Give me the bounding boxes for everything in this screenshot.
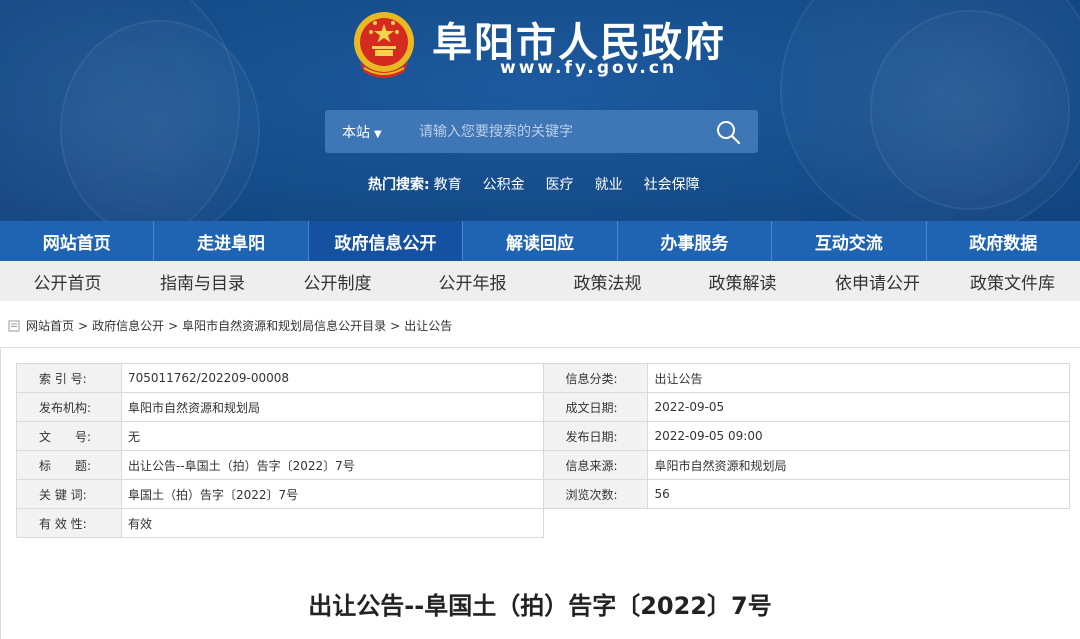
sub-nav-item[interactable]: 政策解读 bbox=[675, 261, 810, 301]
sub-nav: 公开首页 指南与目录 公开制度 公开年报 政策法规 政策解读 依申请公开 政策文… bbox=[0, 261, 1080, 301]
publisher-label: 发布机构: bbox=[16, 392, 122, 422]
hot-search-label: 热门搜索: bbox=[368, 177, 430, 193]
search-scope-label: 本站 bbox=[342, 125, 370, 141]
nav-item-interpretation[interactable]: 解读回应 bbox=[463, 221, 618, 261]
source-value: 阜阳市自然资源和规划局 bbox=[647, 450, 1070, 480]
category-label: 信息分类: bbox=[542, 363, 649, 393]
views-label: 浏览次数: bbox=[542, 479, 649, 509]
doc-no-value: 无 bbox=[120, 421, 544, 451]
breadcrumb: 网站首页 > 政府信息公开 > 阜阳市自然资源和规划局信息公开目录 > 出让公告 bbox=[8, 317, 452, 334]
main-nav: 网站首页 走进阜阳 政府信息公开 解读回应 办事服务 互动交流 政府数据 bbox=[0, 221, 1080, 261]
index-no-value: 705011762/202209-00008 bbox=[120, 363, 544, 393]
published-date-label: 发布日期: bbox=[542, 421, 649, 451]
validity-label: 有 效 性: bbox=[16, 508, 122, 538]
views-value: 56 bbox=[647, 479, 1070, 509]
sub-nav-item[interactable]: 公开年报 bbox=[405, 261, 540, 301]
created-date-label: 成文日期: bbox=[542, 392, 649, 422]
sub-nav-item[interactable]: 依申请公开 bbox=[810, 261, 945, 301]
hot-search-link[interactable]: 社会保障 bbox=[644, 174, 700, 194]
hot-search-link[interactable]: 教育 bbox=[434, 174, 462, 194]
chevron-down-icon: ▼ bbox=[374, 129, 382, 140]
sub-nav-item[interactable]: 政策文件库 bbox=[945, 261, 1080, 301]
empty-cell bbox=[543, 508, 648, 538]
category-value: 出让公告 bbox=[647, 363, 1070, 393]
home-icon bbox=[8, 320, 20, 331]
doc-no-label: 文 号: bbox=[16, 421, 122, 451]
hot-search: 热门搜索: 教育 公积金 医疗 就业 社会保障 bbox=[368, 174, 721, 194]
created-date-value: 2022-09-05 bbox=[647, 392, 1070, 422]
metadata-table: 索 引 号: 705011762/202209-00008 信息分类: 出让公告… bbox=[16, 363, 1070, 538]
nav-item-services[interactable]: 办事服务 bbox=[618, 221, 773, 261]
published-date-value: 2022-09-05 09:00 bbox=[647, 421, 1070, 451]
decorative-flower bbox=[60, 20, 260, 221]
search-bar: 本站 ▼ bbox=[325, 110, 758, 153]
breadcrumb-link[interactable]: 阜阳市自然资源和规划局信息公开目录 bbox=[182, 317, 386, 334]
title-label: 标 题: bbox=[16, 450, 122, 480]
site-domain: www.fy.gov.cn bbox=[500, 58, 678, 78]
source-label: 信息来源: bbox=[542, 450, 649, 480]
breadcrumb-link[interactable]: 网站首页 bbox=[26, 317, 74, 334]
breadcrumb-current[interactable]: 出让公告 bbox=[404, 317, 452, 334]
search-icon[interactable] bbox=[715, 119, 741, 145]
breadcrumb-separator: > bbox=[390, 318, 401, 333]
nav-item-gov-data[interactable]: 政府数据 bbox=[927, 221, 1080, 261]
validity-value: 有效 bbox=[120, 508, 544, 538]
search-input[interactable] bbox=[419, 116, 699, 148]
table-row: 索 引 号: 705011762/202209-00008 信息分类: 出让公告 bbox=[16, 363, 1070, 393]
decorative-flower bbox=[870, 10, 1070, 210]
table-row: 关 键 词: 阜国土（拍）告字〔2022〕7号 浏览次数: 56 bbox=[16, 479, 1070, 509]
sub-nav-item[interactable]: 公开制度 bbox=[270, 261, 405, 301]
sub-nav-item[interactable]: 公开首页 bbox=[0, 261, 135, 301]
hot-search-link[interactable]: 就业 bbox=[595, 174, 623, 194]
breadcrumb-link[interactable]: 政府信息公开 bbox=[92, 317, 164, 334]
header-banner: 阜阳市人民政府 www.fy.gov.cn 本站▼ 热门搜索: 教育 公积金 医… bbox=[0, 0, 1080, 221]
sub-nav-item[interactable]: 指南与目录 bbox=[135, 261, 270, 301]
nav-item-home[interactable]: 网站首页 bbox=[0, 221, 155, 261]
title-value: 出让公告--阜国土（拍）告字〔2022〕7号 bbox=[120, 450, 544, 480]
index-no-label: 索 引 号: bbox=[16, 363, 122, 393]
table-row: 发布机构: 阜阳市自然资源和规划局 成文日期: 2022-09-05 bbox=[16, 392, 1070, 422]
keywords-value: 阜国土（拍）告字〔2022〕7号 bbox=[120, 479, 544, 509]
publisher-value: 阜阳市自然资源和规划局 bbox=[120, 392, 544, 422]
breadcrumb-separator: > bbox=[168, 318, 179, 333]
nav-item-interaction[interactable]: 互动交流 bbox=[772, 221, 927, 261]
table-row: 标 题: 出让公告--阜国土（拍）告字〔2022〕7号 信息来源: 阜阳市自然资… bbox=[16, 450, 1070, 480]
breadcrumb-separator: > bbox=[78, 318, 89, 333]
hot-search-link[interactable]: 医疗 bbox=[546, 174, 574, 194]
nav-item-info-disclosure[interactable]: 政府信息公开 bbox=[308, 221, 464, 261]
hot-search-link[interactable]: 公积金 bbox=[483, 174, 525, 194]
sub-nav-item[interactable]: 政策法规 bbox=[540, 261, 675, 301]
empty-cell bbox=[647, 508, 1070, 538]
table-row: 有 效 性: 有效 bbox=[16, 508, 1070, 538]
keywords-label: 关 键 词: bbox=[16, 479, 122, 509]
national-emblem-icon bbox=[354, 12, 414, 78]
search-scope-dropdown[interactable]: 本站 ▼ bbox=[342, 122, 382, 142]
table-row: 文 号: 无 发布日期: 2022-09-05 09:00 bbox=[16, 421, 1070, 451]
article-title: 出让公告--阜国土（拍）告字〔2022〕7号 bbox=[308, 592, 772, 620]
nav-item-about-fuyang[interactable]: 走进阜阳 bbox=[154, 221, 309, 261]
